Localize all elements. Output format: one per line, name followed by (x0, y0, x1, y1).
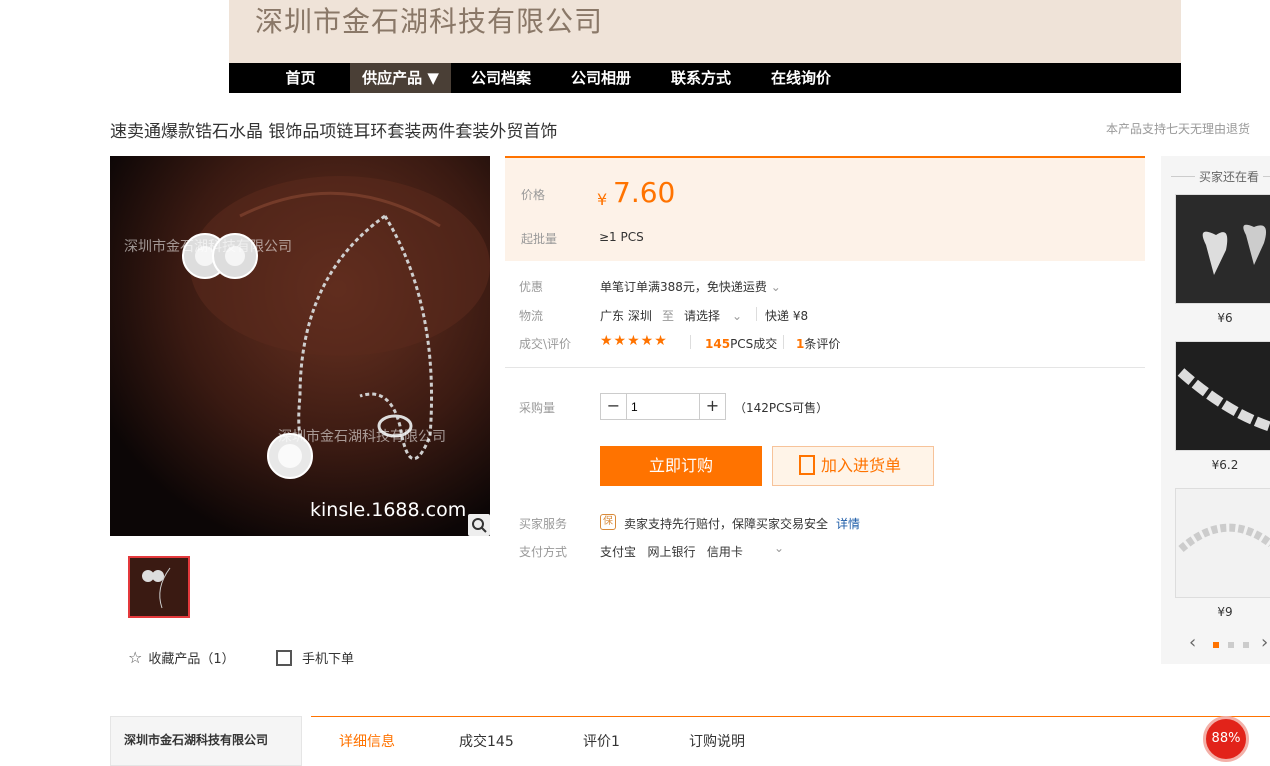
review-suffix: 条评价 (804, 337, 841, 351)
chevron-right-icon[interactable]: › (1261, 632, 1268, 653)
chevron-down-icon[interactable]: ⌄ (774, 541, 784, 555)
stock-text: （142PCS可售） (734, 401, 829, 415)
tab-transactions[interactable]: 成交145 (459, 731, 514, 751)
related-item-price: ¥6.2 (1211, 458, 1239, 472)
carousel-dot-active[interactable] (1213, 642, 1219, 648)
rating-stars: ★★★★★ (600, 333, 668, 349)
promo-value[interactable]: 单笔订单满388元，免快递运费 ⌄ (600, 278, 781, 295)
chevron-down-icon: ⌄ (770, 280, 781, 294)
trade-label: 成交\评价 (519, 337, 572, 351)
return-policy-note: 本产品支持七天无理由退货 (1106, 122, 1251, 136)
related-item-price: ¥6 (1217, 311, 1233, 325)
logistics-region-select[interactable]: 请选择 ⌄ (684, 307, 742, 324)
favorite-product[interactable]: ☆ 收藏产品（1） (128, 648, 235, 667)
mobile-order-label: 手机下单 (302, 652, 355, 667)
sold-count: 145 (705, 337, 731, 351)
buy-now-button[interactable]: 立即订购 (600, 446, 762, 486)
service-label: 买家服务 (519, 517, 568, 531)
logistics-express: 快递 ¥8 (765, 309, 809, 323)
logistics-to-word: 至 (662, 309, 675, 323)
detail-tabs: 详细信息 成交145 评价1 订购说明 (311, 716, 1270, 766)
price-label: 价格 (521, 188, 546, 202)
chevron-left-icon[interactable]: ‹ (1189, 632, 1196, 653)
nav-profile[interactable]: 公司档案 (461, 63, 541, 93)
favorite-label: 收藏产品（1） (148, 652, 235, 667)
service-text: 卖家支持先行赔付，保障买家交易安全 (624, 517, 829, 531)
nav-contact[interactable]: 联系方式 (661, 63, 741, 93)
company-title: 深圳市金石湖科技有限公司 (255, 5, 604, 38)
payment-methods: 支付宝 网上银行 信用卡 (600, 545, 743, 559)
qrcode-icon (276, 650, 292, 666)
divider (690, 335, 691, 349)
add-to-cart-label: 加入进货单 (821, 456, 902, 475)
logistics-label: 物流 (519, 309, 544, 323)
product-photo-illustration: 深圳市金石湖科技有限公司 深圳市金石湖科技有限公司 kinsle.1688.co… (110, 156, 490, 536)
price-value: 7.60 (613, 176, 676, 209)
related-item-image[interactable] (1175, 194, 1270, 304)
divider (756, 307, 757, 321)
qty-plus-button[interactable]: + (699, 394, 725, 419)
add-to-cart-button[interactable]: 加入进货单 (772, 446, 934, 486)
watermark-mid: 深圳市金石湖科技有限公司 (278, 428, 446, 445)
moq-label: 起批量 (521, 232, 558, 246)
main-nav: 首页 供应产品 ▼ 公司档案 公司相册 联系方式 在线询价 (229, 63, 1181, 93)
review-info[interactable]: 1条评价 (796, 335, 840, 352)
related-products-panel: 买家还在看 ¥6 ¥6.2 ¥9 ‹ › (1161, 156, 1270, 664)
carousel-dot[interactable] (1243, 642, 1249, 648)
nav-home[interactable]: 首页 (269, 63, 332, 93)
qty-minus-button[interactable]: − (601, 394, 627, 419)
qty-label: 采购量 (519, 401, 556, 415)
shield-icon: 保 (600, 514, 616, 530)
related-item-image[interactable] (1175, 341, 1270, 451)
watermark-url: kinsle.1688.com (310, 499, 466, 521)
logistics-from: 广东 深圳 (600, 309, 652, 323)
nav-album[interactable]: 公司相册 (561, 63, 641, 93)
watermark-top: 深圳市金石湖科技有限公司 (124, 238, 292, 255)
zoom-icon[interactable] (468, 514, 490, 536)
quantity-stepper: − + (600, 393, 726, 420)
moq-value: ≥1 PCS (599, 230, 644, 244)
score-badge[interactable]: 88% (1203, 716, 1249, 762)
qty-input[interactable] (631, 396, 695, 417)
tab-order-notes[interactable]: 订购说明 (689, 731, 745, 751)
section-divider (505, 367, 1145, 368)
related-item-image[interactable] (1175, 488, 1270, 598)
region-select-text: 请选择 (684, 309, 721, 323)
company-card-name[interactable]: 深圳市金石湖科技有限公司 (124, 731, 268, 748)
tab-reviews[interactable]: 评价1 (583, 731, 620, 751)
nav-inquiry[interactable]: 在线询价 (761, 63, 841, 93)
company-card: 深圳市金石湖科技有限公司 (110, 716, 302, 766)
clipboard-icon (799, 455, 815, 475)
currency-symbol: ¥ (597, 190, 608, 209)
related-title: 买家还在看 (1195, 168, 1264, 185)
thumbnail-1[interactable] (128, 556, 190, 618)
price-box: 价格 ¥ 7.60 起批量 ≥1 PCS (505, 156, 1145, 261)
product-title: 速卖通爆款锆石水晶 银饰品项链耳环套装两件套装外贸首饰 (110, 122, 558, 142)
service-detail-link[interactable]: 详情 (836, 515, 860, 532)
star-outline-icon: ☆ (128, 648, 143, 667)
sold-suffix: PCS成交 (730, 337, 778, 351)
nav-products[interactable]: 供应产品 ▼ (350, 63, 451, 93)
promo-label: 优惠 (519, 280, 544, 294)
mobile-order[interactable]: 手机下单 (276, 648, 354, 667)
sold-info[interactable]: 145PCS成交 (705, 335, 777, 352)
promo-text: 单笔订单满388元，免快递运费 (600, 280, 767, 294)
payment-label: 支付方式 (519, 545, 568, 559)
divider (783, 335, 784, 349)
related-item-price: ¥9 (1217, 605, 1233, 619)
chevron-down-icon: ⌄ (732, 309, 743, 323)
company-banner: 深圳市金石湖科技有限公司 (229, 0, 1181, 63)
tab-details[interactable]: 详细信息 (339, 731, 395, 751)
product-main-image[interactable]: 深圳市金石湖科技有限公司 深圳市金石湖科技有限公司 kinsle.1688.co… (110, 156, 490, 536)
carousel-dot[interactable] (1228, 642, 1234, 648)
